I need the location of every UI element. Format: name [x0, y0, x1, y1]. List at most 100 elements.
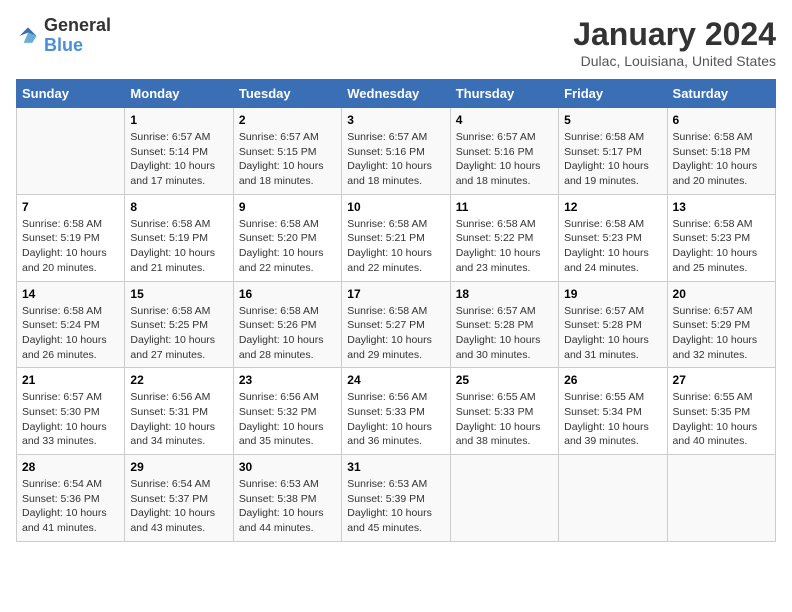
day-number: 30 [239, 460, 336, 474]
day-info: Sunrise: 6:56 AMSunset: 5:32 PMDaylight:… [239, 390, 336, 449]
day-cell: 9Sunrise: 6:58 AMSunset: 5:20 PMDaylight… [233, 194, 341, 281]
day-number: 8 [130, 200, 227, 214]
day-cell: 20Sunrise: 6:57 AMSunset: 5:29 PMDayligh… [667, 281, 775, 368]
day-info: Sunrise: 6:58 AMSunset: 5:27 PMDaylight:… [347, 304, 444, 363]
day-cell [667, 455, 775, 542]
day-number: 22 [130, 373, 227, 387]
day-number: 28 [22, 460, 119, 474]
day-cell: 28 Sunrise: 6:54 AMSunset: 5:36 PMDayligh… [17, 455, 125, 542]
header-tuesday: Tuesday [233, 80, 341, 108]
day-cell: 24Sunrise: 6:56 AMSunset: 5:33 PMDayligh… [342, 368, 450, 455]
day-info: Sunrise: 6:57 AMSunset: 5:30 PMDaylight:… [22, 390, 119, 449]
day-info: Sunrise: 6:54 AMSunset: 5:36 PMDaylight:… [22, 477, 119, 536]
day-number: 15 [130, 287, 227, 301]
day-number: 17 [347, 287, 444, 301]
day-number: 14 [22, 287, 119, 301]
day-number: 3 [347, 113, 444, 127]
day-info: Sunrise: 6:56 AMSunset: 5:31 PMDaylight:… [130, 390, 227, 449]
day-number: 27 [673, 373, 770, 387]
day-cell: 26 Sunrise: 6:55 AMSunset: 5:34 PMDayligh… [559, 368, 667, 455]
day-number: 4 [456, 113, 553, 127]
day-cell [17, 108, 125, 195]
page-header: General Blue January 2024 Dulac, Louisia… [16, 16, 776, 69]
day-cell: 30 Sunrise: 6:53 AMSunset: 5:38 PMDayligh… [233, 455, 341, 542]
day-number: 9 [239, 200, 336, 214]
day-cell: 11 Sunrise: 6:58 AMSunset: 5:22 PMDayligh… [450, 194, 558, 281]
day-info: Sunrise: 6:57 AMSunset: 5:16 PMDaylight:… [456, 130, 553, 189]
day-number: 6 [673, 113, 770, 127]
day-number: 19 [564, 287, 661, 301]
day-cell: 31 Sunrise: 6:53 AMSunset: 5:39 PMDayligh… [342, 455, 450, 542]
day-info: Sunrise: 6:54 AMSunset: 5:37 PMDaylight:… [130, 477, 227, 536]
day-info: Sunrise: 6:58 AMSunset: 5:24 PMDaylight:… [22, 304, 119, 363]
day-cell: 6 Sunrise: 6:58 AMSunset: 5:18 PMDaylight… [667, 108, 775, 195]
day-cell: 18 Sunrise: 6:57 AMSunset: 5:28 PMDayligh… [450, 281, 558, 368]
header-saturday: Saturday [667, 80, 775, 108]
day-info: Sunrise: 6:58 AMSunset: 5:19 PMDaylight:… [22, 217, 119, 276]
day-cell: 19 Sunrise: 6:57 AMSunset: 5:28 PMDayligh… [559, 281, 667, 368]
day-cell: 16 Sunrise: 6:58 AMSunset: 5:26 PMDayligh… [233, 281, 341, 368]
day-number: 7 [22, 200, 119, 214]
header-monday: Monday [125, 80, 233, 108]
day-info: Sunrise: 6:57 AMSunset: 5:28 PMDaylight:… [564, 304, 661, 363]
week-row-5: 28 Sunrise: 6:54 AMSunset: 5:36 PMDayligh… [17, 455, 776, 542]
day-number: 5 [564, 113, 661, 127]
day-cell: 5 Sunrise: 6:58 AMSunset: 5:17 PMDaylight… [559, 108, 667, 195]
day-info: Sunrise: 6:58 AMSunset: 5:21 PMDaylight:… [347, 217, 444, 276]
day-info: Sunrise: 6:58 AMSunset: 5:22 PMDaylight:… [456, 217, 553, 276]
header-sunday: Sunday [17, 80, 125, 108]
day-cell: 13Sunrise: 6:58 AMSunset: 5:23 PMDayligh… [667, 194, 775, 281]
day-info: Sunrise: 6:58 AMSunset: 5:23 PMDaylight:… [564, 217, 661, 276]
day-info: Sunrise: 6:57 AMSunset: 5:15 PMDaylight:… [239, 130, 336, 189]
day-info: Sunrise: 6:53 AMSunset: 5:39 PMDaylight:… [347, 477, 444, 536]
day-cell: 10Sunrise: 6:58 AMSunset: 5:21 PMDayligh… [342, 194, 450, 281]
day-info: Sunrise: 6:56 AMSunset: 5:33 PMDaylight:… [347, 390, 444, 449]
day-info: Sunrise: 6:57 AMSunset: 5:28 PMDaylight:… [456, 304, 553, 363]
month-title: January 2024 [573, 16, 776, 53]
day-number: 21 [22, 373, 119, 387]
day-cell: 7 Sunrise: 6:58 AMSunset: 5:19 PMDaylight… [17, 194, 125, 281]
day-number: 12 [564, 200, 661, 214]
header-thursday: Thursday [450, 80, 558, 108]
day-cell: 23 Sunrise: 6:56 AMSunset: 5:32 PMDayligh… [233, 368, 341, 455]
day-info: Sunrise: 6:57 AMSunset: 5:14 PMDaylight:… [130, 130, 227, 189]
week-row-2: 7 Sunrise: 6:58 AMSunset: 5:19 PMDaylight… [17, 194, 776, 281]
day-info: Sunrise: 6:58 AMSunset: 5:26 PMDaylight:… [239, 304, 336, 363]
day-cell: 15 Sunrise: 6:58 AMSunset: 5:25 PMDayligh… [125, 281, 233, 368]
week-row-1: 1Sunrise: 6:57 AMSunset: 5:14 PMDaylight… [17, 108, 776, 195]
header-wednesday: Wednesday [342, 80, 450, 108]
day-info: Sunrise: 6:58 AMSunset: 5:17 PMDaylight:… [564, 130, 661, 189]
day-number: 16 [239, 287, 336, 301]
day-cell: 27 Sunrise: 6:55 AMSunset: 5:35 PMDayligh… [667, 368, 775, 455]
day-info: Sunrise: 6:58 AMSunset: 5:18 PMDaylight:… [673, 130, 770, 189]
day-info: Sunrise: 6:53 AMSunset: 5:38 PMDaylight:… [239, 477, 336, 536]
day-number: 31 [347, 460, 444, 474]
logo-blue: Blue [44, 35, 83, 55]
day-number: 18 [456, 287, 553, 301]
day-number: 25 [456, 373, 553, 387]
day-cell: 22 Sunrise: 6:56 AMSunset: 5:31 PMDayligh… [125, 368, 233, 455]
day-cell: 29 Sunrise: 6:54 AMSunset: 5:37 PMDayligh… [125, 455, 233, 542]
day-number: 11 [456, 200, 553, 214]
day-cell: 14 Sunrise: 6:58 AMSunset: 5:24 PMDayligh… [17, 281, 125, 368]
title-area: January 2024 Dulac, Louisiana, United St… [573, 16, 776, 69]
day-info: Sunrise: 6:55 AMSunset: 5:33 PMDaylight:… [456, 390, 553, 449]
calendar-table: SundayMondayTuesdayWednesdayThursdayFrid… [16, 79, 776, 542]
day-cell: 4 Sunrise: 6:57 AMSunset: 5:16 PMDaylight… [450, 108, 558, 195]
day-info: Sunrise: 6:55 AMSunset: 5:34 PMDaylight:… [564, 390, 661, 449]
day-number: 20 [673, 287, 770, 301]
day-info: Sunrise: 6:57 AMSunset: 5:16 PMDaylight:… [347, 130, 444, 189]
logo-icon [16, 24, 40, 48]
logo-general: General [44, 15, 111, 35]
day-number: 29 [130, 460, 227, 474]
day-number: 26 [564, 373, 661, 387]
calendar-header-row: SundayMondayTuesdayWednesdayThursdayFrid… [17, 80, 776, 108]
day-number: 13 [673, 200, 770, 214]
day-number: 23 [239, 373, 336, 387]
day-cell [450, 455, 558, 542]
day-info: Sunrise: 6:58 AMSunset: 5:25 PMDaylight:… [130, 304, 227, 363]
day-cell: 25 Sunrise: 6:55 AMSunset: 5:33 PMDayligh… [450, 368, 558, 455]
day-cell: 17 Sunrise: 6:58 AMSunset: 5:27 PMDayligh… [342, 281, 450, 368]
week-row-4: 21 Sunrise: 6:57 AMSunset: 5:30 PMDayligh… [17, 368, 776, 455]
day-info: Sunrise: 6:55 AMSunset: 5:35 PMDaylight:… [673, 390, 770, 449]
